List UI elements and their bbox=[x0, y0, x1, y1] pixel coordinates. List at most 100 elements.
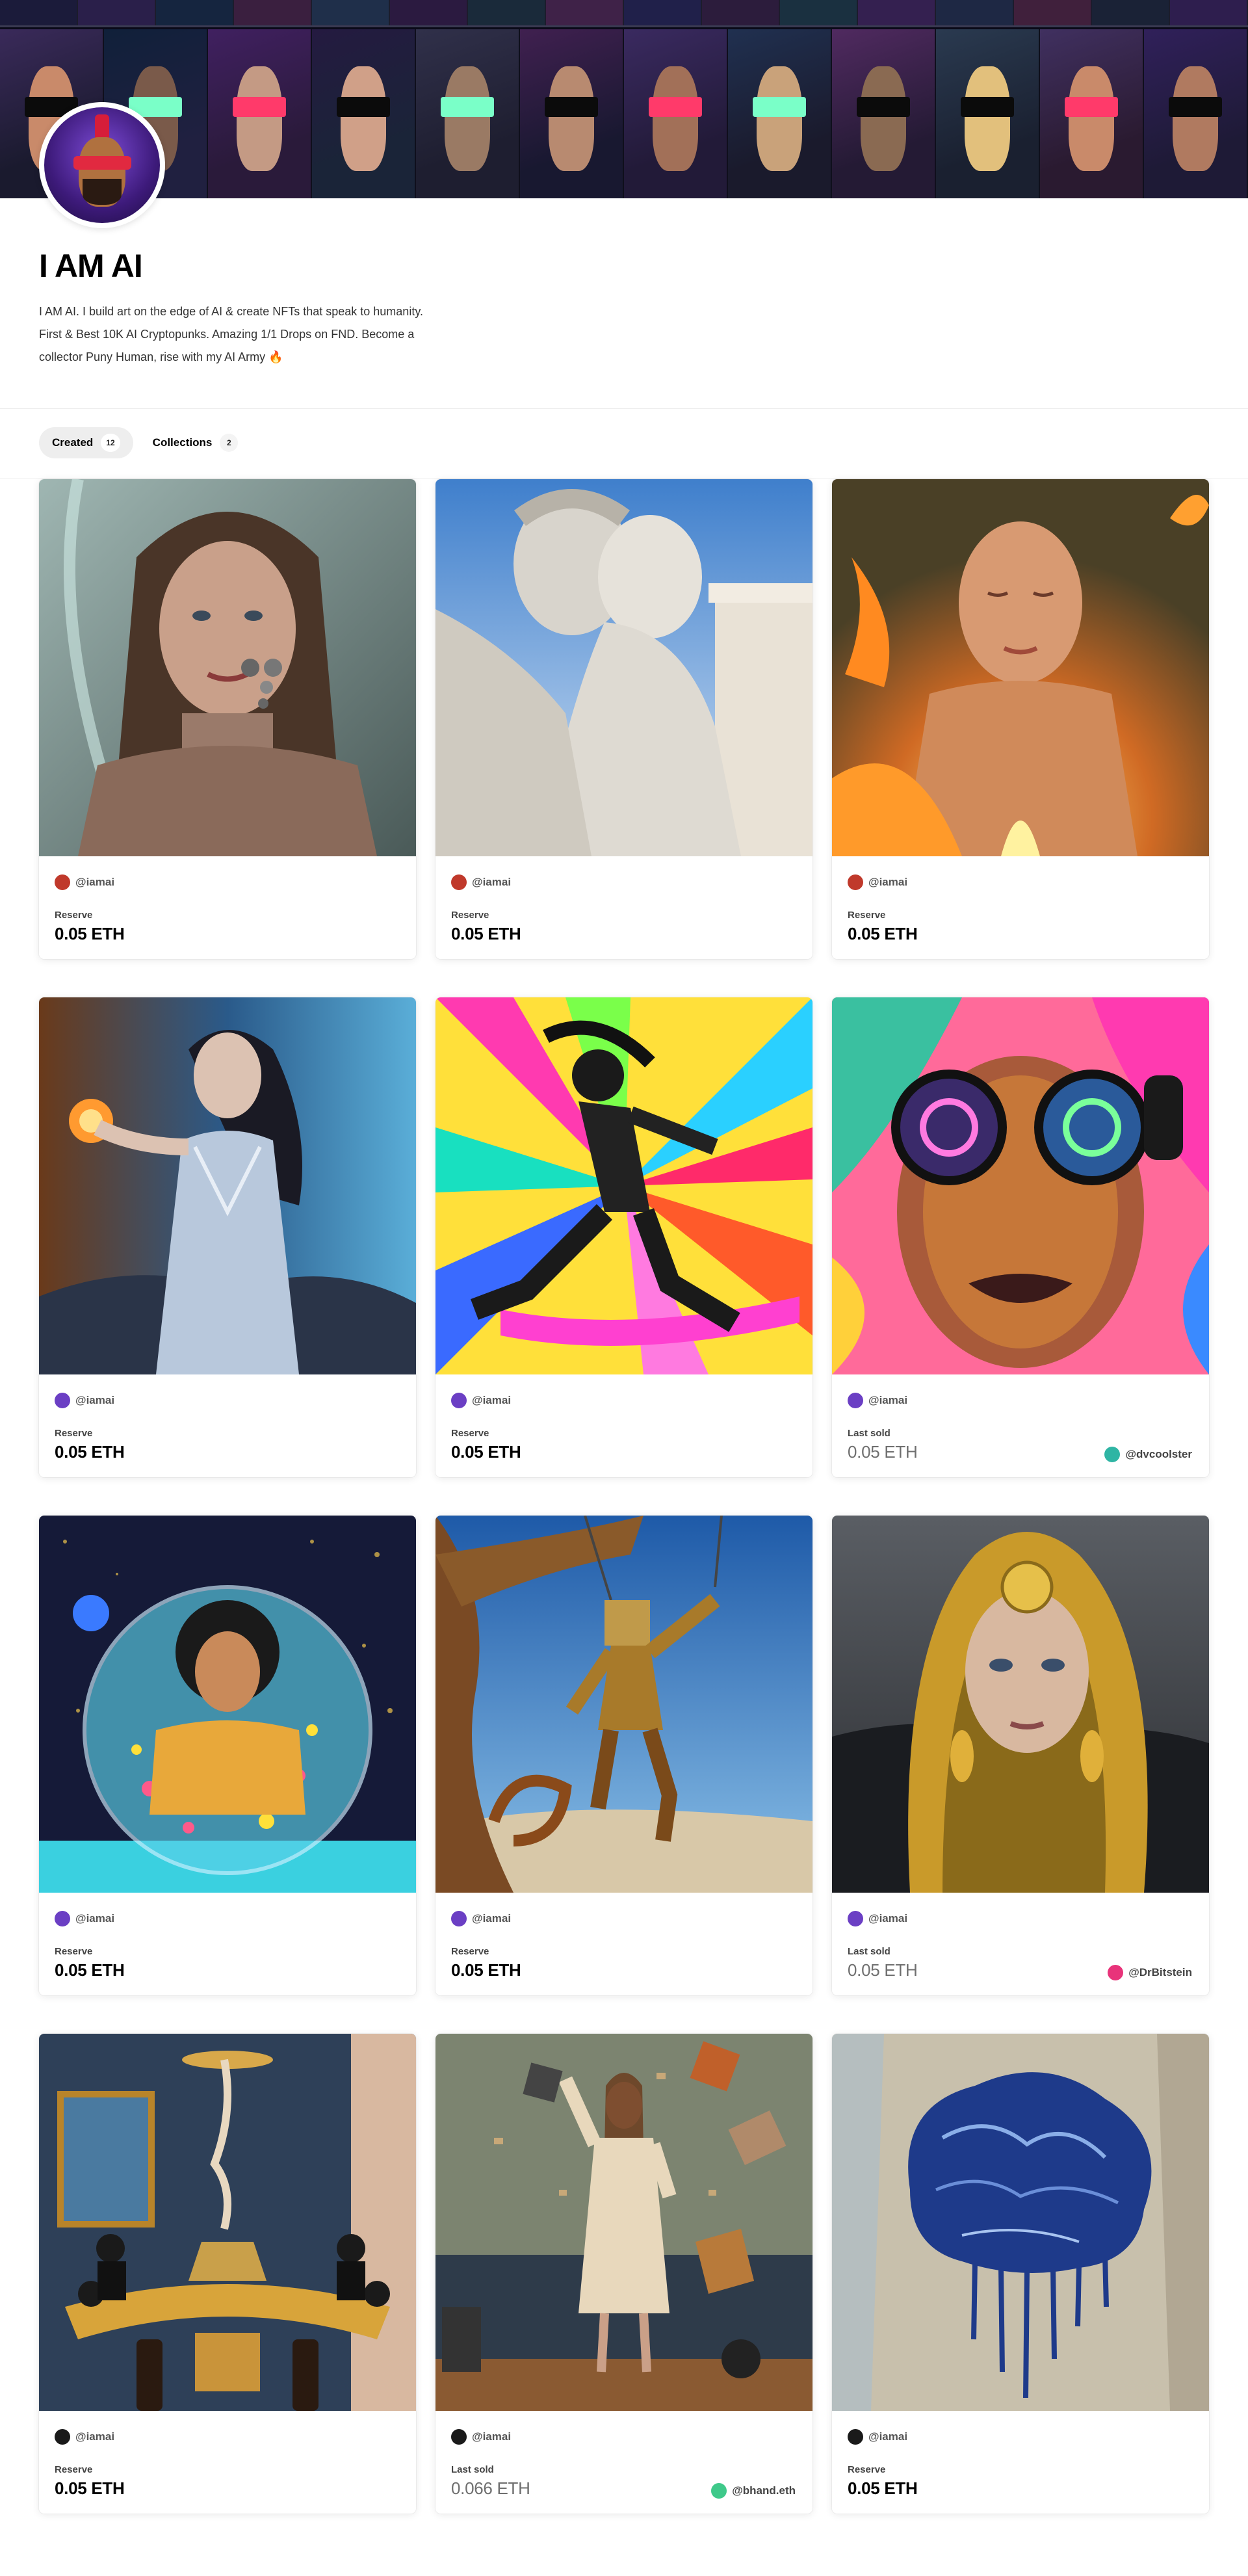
card-footer: @iamai Reserve 0.05 ETH bbox=[436, 1374, 812, 1477]
price-value: 0.05 ETH bbox=[848, 1960, 918, 1980]
tab-collections[interactable]: Collections 2 bbox=[140, 427, 252, 458]
creator-name: @iamai bbox=[472, 2430, 512, 2443]
creator-name: @iamai bbox=[75, 1912, 115, 1925]
banner-face-tile bbox=[520, 29, 624, 198]
price-value: 0.05 ETH bbox=[848, 2478, 918, 2498]
creator-avatar bbox=[848, 1911, 863, 1926]
card-footer: @iamai Last sold 0.05 ETH @dvcoolster bbox=[832, 1374, 1209, 1477]
artwork-card[interactable]: @iamai Reserve 0.05 ETH bbox=[436, 997, 812, 1477]
banner-faces-row bbox=[0, 29, 1248, 198]
price-status-label: Reserve bbox=[55, 1946, 93, 1957]
profile-tabs: Created 12 Collections 2 bbox=[39, 427, 251, 458]
tab-created[interactable]: Created 12 bbox=[39, 427, 133, 458]
owner-name: @bhand.eth bbox=[732, 2484, 796, 2497]
price-status-label: Reserve bbox=[848, 910, 886, 921]
artwork-card[interactable]: @iamai Reserve 0.05 ETH bbox=[832, 479, 1209, 959]
tabs-divider bbox=[0, 478, 1248, 479]
artwork-card[interactable]: @iamai Reserve 0.05 ETH bbox=[39, 1516, 416, 1995]
creator-link[interactable]: @iamai bbox=[848, 874, 907, 890]
creator-name: @iamai bbox=[75, 1394, 115, 1406]
tab-collections-label: Collections bbox=[152, 436, 213, 449]
owner-link[interactable]: @dvcoolster bbox=[1104, 1447, 1192, 1462]
artwork-image[interactable] bbox=[832, 479, 1209, 856]
creator-avatar bbox=[848, 1393, 863, 1408]
creator-link[interactable]: @iamai bbox=[55, 874, 114, 890]
card-footer: @iamai Reserve 0.05 ETH bbox=[39, 856, 416, 959]
artwork-card[interactable]: @iamai Reserve 0.05 ETH bbox=[39, 997, 416, 1477]
creator-avatar bbox=[451, 1393, 467, 1408]
creator-avatar bbox=[55, 1393, 70, 1408]
artwork-image[interactable] bbox=[436, 479, 812, 856]
price-value: 0.05 ETH bbox=[55, 1442, 125, 1462]
artwork-card[interactable]: @iamai Last sold 0.05 ETH @dvcoolster bbox=[832, 997, 1209, 1477]
creator-name: @iamai bbox=[868, 876, 908, 888]
creator-name: @iamai bbox=[868, 1912, 908, 1925]
artwork-image[interactable] bbox=[39, 2034, 416, 2411]
owner-avatar bbox=[1108, 1965, 1124, 1980]
artwork-card[interactable]: @iamai Reserve 0.05 ETH bbox=[832, 2034, 1209, 2514]
artwork-image[interactable] bbox=[832, 997, 1209, 1374]
card-footer: @iamai Reserve 0.05 ETH bbox=[436, 856, 812, 959]
artwork-image[interactable] bbox=[436, 997, 812, 1374]
creator-link[interactable]: @iamai bbox=[55, 2429, 114, 2445]
banner-face-tile bbox=[728, 29, 832, 198]
artwork-image[interactable] bbox=[436, 2034, 812, 2411]
price-status-label: Last sold bbox=[451, 2464, 494, 2475]
creator-name: @iamai bbox=[472, 876, 512, 888]
creator-link[interactable]: @iamai bbox=[451, 874, 511, 890]
price-value: 0.066 ETH bbox=[451, 2478, 530, 2498]
artwork-card[interactable]: @iamai Reserve 0.05 ETH bbox=[436, 479, 812, 959]
artwork-image[interactable] bbox=[436, 1516, 812, 1893]
price-status-label: Reserve bbox=[451, 1428, 489, 1439]
tab-collections-count: 2 bbox=[220, 434, 239, 452]
card-footer: @iamai Reserve 0.05 ETH bbox=[436, 1893, 812, 1995]
creator-name: @iamai bbox=[472, 1394, 512, 1406]
creator-avatar bbox=[848, 2429, 863, 2445]
price-value: 0.05 ETH bbox=[55, 924, 125, 943]
creator-link[interactable]: @iamai bbox=[451, 1911, 511, 1926]
price-value: 0.05 ETH bbox=[451, 924, 521, 943]
creator-link[interactable]: @iamai bbox=[55, 1393, 114, 1408]
artwork-image[interactable] bbox=[832, 1516, 1209, 1893]
creator-avatar bbox=[451, 2429, 467, 2445]
card-footer: @iamai Reserve 0.05 ETH bbox=[832, 856, 1209, 959]
banner-face-tile bbox=[624, 29, 728, 198]
card-footer: @iamai Reserve 0.05 ETH bbox=[39, 1374, 416, 1477]
tab-created-count: 12 bbox=[101, 434, 120, 452]
banner-face-tile bbox=[416, 29, 520, 198]
price-value: 0.05 ETH bbox=[848, 1442, 918, 1462]
artwork-card[interactable]: @iamai Reserve 0.05 ETH bbox=[39, 479, 416, 959]
artwork-image[interactable] bbox=[832, 2034, 1209, 2411]
profile-avatar[interactable] bbox=[39, 102, 165, 228]
creator-name: @iamai bbox=[868, 2430, 908, 2443]
banner-top-strip bbox=[0, 0, 1248, 27]
artwork-image[interactable] bbox=[39, 479, 416, 856]
artwork-card[interactable]: @iamai Reserve 0.05 ETH bbox=[436, 1516, 812, 1995]
section-divider bbox=[0, 408, 1248, 409]
creator-link[interactable]: @iamai bbox=[451, 2429, 511, 2445]
banner-face-tile bbox=[936, 29, 1040, 198]
artwork-image[interactable] bbox=[39, 997, 416, 1374]
owner-link[interactable]: @DrBitstein bbox=[1108, 1965, 1192, 1980]
creator-link[interactable]: @iamai bbox=[848, 1393, 907, 1408]
profile-banner bbox=[0, 0, 1248, 198]
avatar-image bbox=[44, 107, 160, 223]
price-status-label: Reserve bbox=[451, 910, 489, 921]
owner-name: @dvcoolster bbox=[1125, 1448, 1192, 1460]
artwork-card[interactable]: @iamai Last sold 0.05 ETH @DrBitstein bbox=[832, 1516, 1209, 1995]
banner-face-tile bbox=[208, 29, 312, 198]
creator-link[interactable]: @iamai bbox=[451, 1393, 511, 1408]
artwork-card[interactable]: @iamai Last sold 0.066 ETH @bhand.eth bbox=[436, 2034, 812, 2514]
price-status-label: Reserve bbox=[451, 1946, 489, 1957]
creator-link[interactable]: @iamai bbox=[848, 2429, 907, 2445]
creator-link[interactable]: @iamai bbox=[848, 1911, 907, 1926]
owner-name: @DrBitstein bbox=[1128, 1966, 1192, 1978]
owner-link[interactable]: @bhand.eth bbox=[711, 2483, 796, 2499]
artwork-card[interactable]: @iamai Reserve 0.05 ETH bbox=[39, 2034, 416, 2514]
artwork-image[interactable] bbox=[39, 1516, 416, 1893]
creator-link[interactable]: @iamai bbox=[55, 1911, 114, 1926]
creator-avatar bbox=[848, 874, 863, 890]
price-status-label: Reserve bbox=[55, 910, 93, 921]
owner-avatar bbox=[711, 2483, 727, 2499]
price-status-label: Last sold bbox=[848, 1428, 890, 1439]
